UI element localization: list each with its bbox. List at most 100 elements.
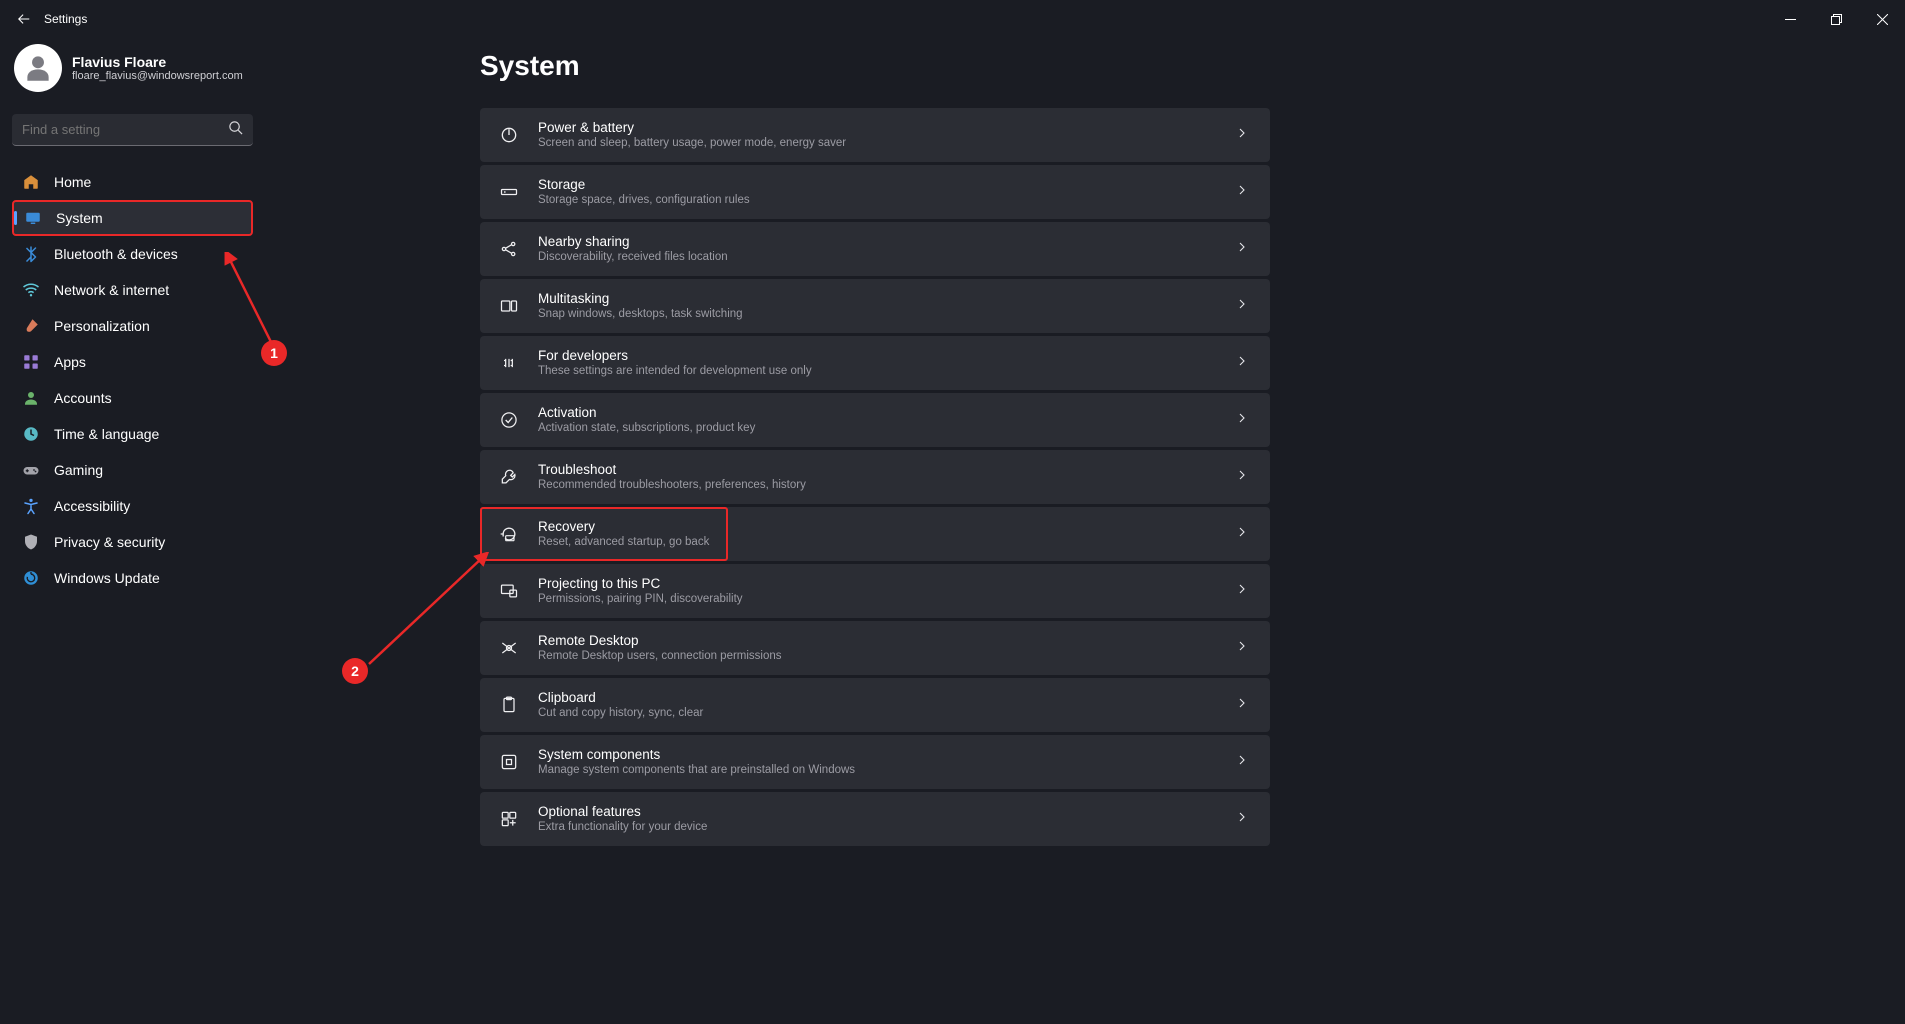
project-icon — [498, 580, 520, 602]
shield-icon — [22, 533, 40, 551]
setting-power-battery[interactable]: Power & battery Screen and sleep, batter… — [480, 108, 1270, 162]
search-input[interactable] — [22, 122, 228, 137]
setting-multitasking[interactable]: Multitasking Snap windows, desktops, tas… — [480, 279, 1270, 333]
minimize-button[interactable] — [1767, 3, 1813, 35]
window-title: Settings — [44, 12, 87, 26]
gamepad-icon — [22, 461, 40, 479]
profile-email: floare_flavius@windowsreport.com — [72, 70, 243, 82]
setting-clipboard[interactable]: Clipboard Cut and copy history, sync, cl… — [480, 678, 1270, 732]
setting-description: Activation state, subscriptions, product… — [538, 421, 755, 436]
sidebar-item-label: Gaming — [54, 462, 103, 478]
setting-title: Activation — [538, 404, 755, 421]
sidebar-item-accounts[interactable]: Accounts — [12, 380, 253, 416]
recovery-icon — [498, 523, 520, 545]
sidebar-item-label: Windows Update — [54, 570, 160, 586]
sidebar-item-gaming[interactable]: Gaming — [12, 452, 253, 488]
setting-title: Recovery — [538, 518, 709, 535]
setting-description: Recommended troubleshooters, preferences… — [538, 478, 806, 493]
titlebar: Settings — [0, 0, 1905, 38]
setting-description: These settings are intended for developm… — [538, 364, 812, 379]
setting-title: Troubleshoot — [538, 461, 806, 478]
profile[interactable]: Flavius Floare floare_flavius@windowsrep… — [12, 44, 253, 92]
setting-troubleshoot[interactable]: Troubleshoot Recommended troubleshooters… — [480, 450, 1270, 504]
profile-name: Flavius Floare — [72, 54, 243, 70]
sidebar-item-label: Privacy & security — [54, 534, 165, 550]
setting-title: Clipboard — [538, 689, 703, 706]
bluetooth-icon — [22, 245, 40, 263]
setting-for-developers[interactable]: For developers These settings are intend… — [480, 336, 1270, 390]
sidebar-item-personalization[interactable]: Personalization — [12, 308, 253, 344]
setting-title: System components — [538, 746, 855, 763]
chevron-right-icon — [1234, 638, 1250, 659]
chevron-right-icon — [1234, 581, 1250, 602]
setting-title: Power & battery — [538, 119, 846, 136]
remote-icon — [498, 637, 520, 659]
storage-icon — [498, 181, 520, 203]
setting-description: Screen and sleep, battery usage, power m… — [538, 136, 846, 151]
maximize-button[interactable] — [1813, 3, 1859, 35]
chevron-right-icon — [1234, 296, 1250, 317]
sidebar-item-system[interactable]: System — [12, 200, 253, 236]
accessibility-icon — [22, 497, 40, 515]
setting-description: Permissions, pairing PIN, discoverabilit… — [538, 592, 743, 607]
setting-title: Optional features — [538, 803, 707, 820]
setting-description: Cut and copy history, sync, clear — [538, 706, 703, 721]
check-circle-icon — [498, 409, 520, 431]
setting-description: Snap windows, desktops, task switching — [538, 307, 743, 322]
sidebar-item-accessibility[interactable]: Accessibility — [12, 488, 253, 524]
clipboard-icon — [498, 694, 520, 716]
chevron-right-icon — [1234, 353, 1250, 374]
power-icon — [498, 124, 520, 146]
wrench-icon — [498, 466, 520, 488]
chevron-right-icon — [1234, 809, 1250, 830]
setting-storage[interactable]: Storage Storage space, drives, configura… — [480, 165, 1270, 219]
sidebar-item-windows-update[interactable]: Windows Update — [12, 560, 253, 596]
setting-title: Remote Desktop — [538, 632, 782, 649]
brush-icon — [22, 317, 40, 335]
setting-description: Storage space, drives, configuration rul… — [538, 193, 750, 208]
chevron-right-icon — [1234, 467, 1250, 488]
setting-remote-desktop[interactable]: Remote Desktop Remote Desktop users, con… — [480, 621, 1270, 675]
chevron-right-icon — [1234, 524, 1250, 545]
chevron-right-icon — [1234, 125, 1250, 146]
sidebar: Flavius Floare floare_flavius@windowsrep… — [0, 38, 265, 1024]
sidebar-item-label: Apps — [54, 354, 86, 370]
setting-description: Extra functionality for your device — [538, 820, 707, 835]
sidebar-item-time-language[interactable]: Time & language — [12, 416, 253, 452]
setting-title: Projecting to this PC — [538, 575, 743, 592]
sidebar-item-privacy-security[interactable]: Privacy & security — [12, 524, 253, 560]
setting-description: Reset, advanced startup, go back — [538, 535, 709, 550]
sidebar-item-apps[interactable]: Apps — [12, 344, 253, 380]
sidebar-item-home[interactable]: Home — [12, 164, 253, 200]
sidebar-item-bluetooth-devices[interactable]: Bluetooth & devices — [12, 236, 253, 272]
settings-list: Power & battery Screen and sleep, batter… — [480, 108, 1270, 846]
setting-description: Remote Desktop users, connection permiss… — [538, 649, 782, 664]
sidebar-item-label: Accessibility — [54, 498, 130, 514]
setting-title: Multitasking — [538, 290, 743, 307]
setting-title: Nearby sharing — [538, 233, 728, 250]
setting-projecting-to-this-pc[interactable]: Projecting to this PC Permissions, pairi… — [480, 564, 1270, 618]
search-box[interactable] — [12, 114, 253, 146]
person-icon — [22, 389, 40, 407]
setting-activation[interactable]: Activation Activation state, subscriptio… — [480, 393, 1270, 447]
dev-icon — [498, 352, 520, 374]
setting-nearby-sharing[interactable]: Nearby sharing Discoverability, received… — [480, 222, 1270, 276]
sidebar-item-label: Home — [54, 174, 91, 190]
apps-icon — [22, 353, 40, 371]
optional-icon — [498, 808, 520, 830]
clock-globe-icon — [22, 425, 40, 443]
multitask-icon — [498, 295, 520, 317]
chevron-right-icon — [1234, 695, 1250, 716]
sidebar-item-network-internet[interactable]: Network & internet — [12, 272, 253, 308]
setting-optional-features[interactable]: Optional features Extra functionality fo… — [480, 792, 1270, 846]
setting-system-components[interactable]: System components Manage system componen… — [480, 735, 1270, 789]
close-button[interactable] — [1859, 3, 1905, 35]
share-icon — [498, 238, 520, 260]
setting-recovery[interactable]: Recovery Reset, advanced startup, go bac… — [480, 507, 1270, 561]
back-button[interactable] — [10, 5, 38, 33]
sidebar-item-label: Personalization — [54, 318, 150, 334]
avatar — [14, 44, 62, 92]
sidebar-item-label: Accounts — [54, 390, 112, 406]
nav: Home SystemBluetooth & devicesNetwork & i… — [12, 164, 253, 596]
home-icon — [22, 173, 40, 191]
